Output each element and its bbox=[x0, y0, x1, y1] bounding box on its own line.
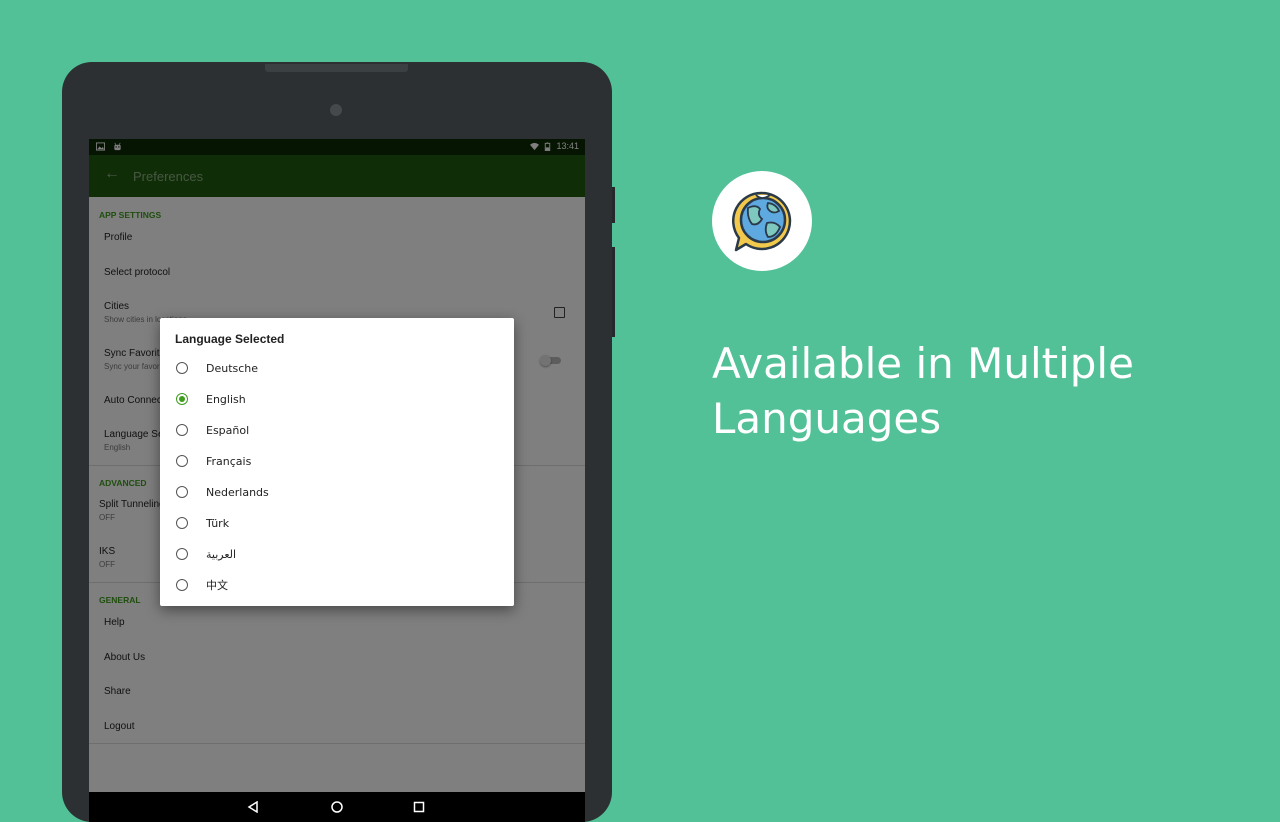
language-option-label: Deutsche bbox=[206, 361, 259, 375]
radio-button[interactable] bbox=[176, 579, 188, 591]
power-button bbox=[612, 247, 615, 337]
language-option-francais[interactable]: Français bbox=[176, 451, 496, 471]
language-option-chinese[interactable]: 中文 bbox=[176, 575, 496, 595]
language-option-turk[interactable]: Türk bbox=[176, 513, 496, 533]
radio-button[interactable] bbox=[176, 486, 188, 498]
radio-button[interactable] bbox=[176, 424, 188, 436]
language-option-label: English bbox=[206, 392, 246, 406]
nav-home-icon[interactable] bbox=[329, 799, 345, 815]
language-option-label: 中文 bbox=[206, 579, 228, 592]
language-option-espanol[interactable]: Español bbox=[176, 420, 496, 440]
headline-line-1: Available in Multiple bbox=[712, 339, 1134, 388]
language-option-english[interactable]: English bbox=[176, 389, 496, 409]
language-option-label: العربية bbox=[206, 547, 237, 561]
radio-button[interactable] bbox=[176, 517, 188, 529]
nav-back-icon[interactable] bbox=[245, 799, 261, 815]
front-camera bbox=[330, 104, 342, 116]
radio-button[interactable] bbox=[176, 548, 188, 560]
radio-button[interactable] bbox=[176, 455, 188, 467]
nav-recents-icon[interactable] bbox=[411, 799, 427, 815]
promo-headline: Available in Multiple Languages bbox=[712, 336, 1232, 446]
language-option-label: Türk bbox=[206, 516, 230, 530]
language-option-nederlands[interactable]: Nederlands bbox=[176, 482, 496, 502]
volume-button bbox=[612, 187, 615, 223]
radio-button[interactable] bbox=[176, 362, 188, 374]
headline-line-2: Languages bbox=[712, 394, 942, 443]
navigation-bar bbox=[89, 792, 585, 822]
radio-button-selected[interactable] bbox=[176, 393, 188, 405]
dialog-title: Language Selected bbox=[175, 332, 285, 346]
language-option-deutsche[interactable]: Deutsche bbox=[176, 358, 496, 378]
language-option-label: Español bbox=[206, 423, 250, 437]
language-option-label: Nederlands bbox=[206, 485, 269, 499]
language-option-arabic[interactable]: العربية bbox=[176, 544, 496, 564]
language-dialog: Language Selected Deutsche English Españ… bbox=[160, 318, 514, 606]
language-option-label: Français bbox=[206, 454, 252, 468]
tablet-top-edge bbox=[265, 64, 408, 72]
globe-badge bbox=[712, 171, 812, 271]
globe-chat-icon bbox=[732, 191, 792, 252]
